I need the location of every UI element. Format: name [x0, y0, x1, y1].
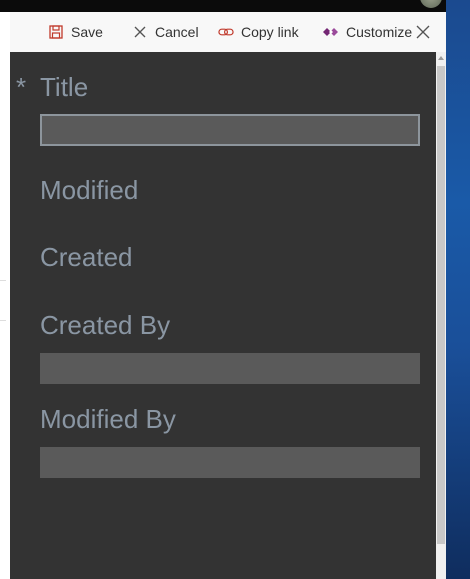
save-button[interactable]: Save	[48, 12, 103, 52]
cancel-icon	[132, 24, 148, 40]
save-icon	[48, 24, 64, 40]
cancel-label: Cancel	[155, 24, 199, 40]
modified-label: Modified	[40, 175, 139, 205]
close-panel-button[interactable]	[415, 24, 431, 40]
scroll-thumb[interactable]	[437, 66, 445, 544]
save-label: Save	[71, 24, 103, 40]
user-avatar[interactable]	[420, 0, 442, 8]
created-by-label: Created By	[40, 310, 171, 340]
modified-by-label: Modified By	[40, 404, 176, 434]
title-input[interactable]	[40, 114, 420, 146]
command-bar: Save Cancel Copy link Customize	[10, 12, 446, 52]
background-page-edge	[0, 12, 10, 579]
cancel-button[interactable]: Cancel	[132, 12, 199, 52]
close-icon	[415, 25, 431, 44]
customize-label: Customize	[346, 24, 413, 40]
title-label: Title	[40, 72, 89, 102]
divider	[0, 280, 6, 281]
required-indicator: *	[16, 72, 27, 102]
created-label: Created	[40, 242, 133, 272]
window-top-bar	[0, 0, 470, 12]
power-apps-icon	[323, 24, 339, 40]
customize-button[interactable]: Customize	[323, 12, 412, 52]
created-by-input[interactable]	[40, 353, 420, 384]
copy-link-label: Copy link	[241, 24, 299, 40]
edit-form-panel: Save Cancel Copy link Customize * Title …	[10, 12, 446, 579]
modified-by-input[interactable]	[40, 447, 420, 478]
divider	[0, 320, 6, 321]
copy-link-button[interactable]: Copy link	[218, 12, 299, 52]
link-icon	[218, 24, 234, 40]
vertical-scrollbar[interactable]	[436, 52, 446, 579]
form-body: * Title Modified Created Created By Modi…	[10, 52, 436, 579]
desktop-background	[446, 0, 470, 579]
scroll-up-arrow[interactable]	[438, 56, 444, 60]
